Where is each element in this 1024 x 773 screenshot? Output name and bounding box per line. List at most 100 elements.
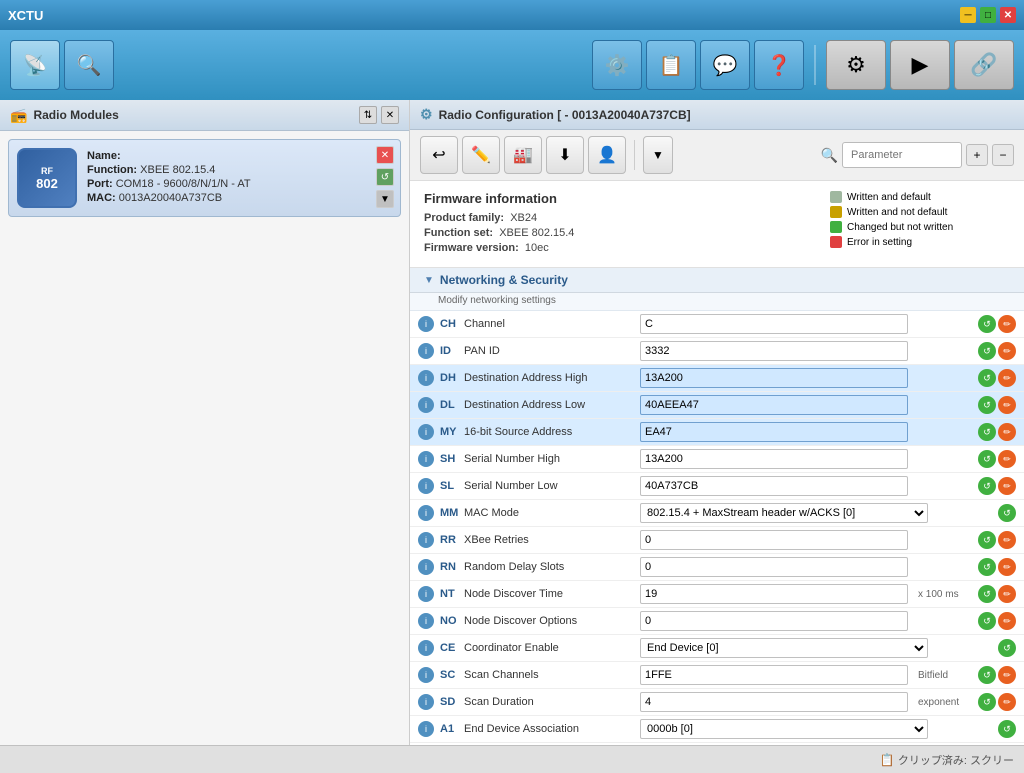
param-info-button[interactable]: i <box>418 586 434 602</box>
param-input[interactable] <box>640 395 908 415</box>
param-row: iCHChannel↺✏ <box>410 311 1024 338</box>
param-save-button[interactable]: ↺ <box>998 720 1016 738</box>
add-device-button[interactable]: 📡 <box>10 40 60 90</box>
param-edit-button[interactable]: ✏ <box>998 531 1016 549</box>
param-info-button[interactable]: i <box>418 532 434 548</box>
param-save-button[interactable]: ↺ <box>998 504 1016 522</box>
param-select[interactable]: 0000b [0] <box>640 719 928 739</box>
factory-button[interactable]: 🏭 <box>504 136 542 174</box>
help-button[interactable]: ❓ <box>754 40 804 90</box>
param-edit-button[interactable]: ✏ <box>998 423 1016 441</box>
param-select[interactable]: 802.15.4 + MaxStream header w/ACKS [0] <box>640 503 928 523</box>
sort-button[interactable]: ⇅ <box>359 106 377 124</box>
search-input[interactable] <box>842 142 962 168</box>
param-edit-button[interactable]: ✏ <box>998 612 1016 630</box>
param-edit-button[interactable]: ✏ <box>998 666 1016 684</box>
device-refresh-button[interactable]: ↺ <box>376 168 394 186</box>
param-edit-button[interactable]: ✏ <box>998 558 1016 576</box>
param-info-button[interactable]: i <box>418 343 434 359</box>
download-button[interactable]: ⬇ <box>546 136 584 174</box>
param-save-button[interactable]: ↺ <box>998 639 1016 657</box>
param-save-button[interactable]: ↺ <box>978 612 996 630</box>
panel-title-text: Radio Modules <box>33 108 118 122</box>
close-button[interactable]: ✕ <box>1000 7 1016 23</box>
param-save-button[interactable]: ↺ <box>978 477 996 495</box>
param-edit-button[interactable]: ✏ <box>998 396 1016 414</box>
param-input[interactable] <box>640 314 908 334</box>
param-input[interactable] <box>640 476 908 496</box>
param-edit-button[interactable]: ✏ <box>998 315 1016 333</box>
param-info-button[interactable]: i <box>418 613 434 629</box>
param-code: NO <box>440 615 464 627</box>
param-actions: ↺✏ <box>978 315 1016 333</box>
param-save-button[interactable]: ↺ <box>978 450 996 468</box>
param-save-button[interactable]: ↺ <box>978 396 996 414</box>
device-more-button[interactable]: ▼ <box>376 190 394 208</box>
param-row: iSLSerial Number Low↺✏ <box>410 473 1024 500</box>
network-button[interactable]: 🔗 <box>954 40 1014 90</box>
param-edit-button[interactable]: ✏ <box>998 369 1016 387</box>
param-info-button[interactable]: i <box>418 640 434 656</box>
product-family-value: XB24 <box>510 212 537 224</box>
param-input[interactable] <box>640 530 908 550</box>
param-save-button[interactable]: ↺ <box>978 693 996 711</box>
param-select[interactable]: End Device [0] <box>640 638 928 658</box>
param-edit-button[interactable]: ✏ <box>998 585 1016 603</box>
search-devices-button[interactable]: 🔍 <box>64 40 114 90</box>
param-edit-button[interactable]: ✏ <box>998 477 1016 495</box>
param-save-button[interactable]: ↺ <box>978 315 996 333</box>
param-info-button[interactable]: i <box>418 478 434 494</box>
settings-button[interactable]: ⚙ <box>826 40 886 90</box>
param-input[interactable] <box>640 368 908 388</box>
param-info-button[interactable]: i <box>418 397 434 413</box>
param-save-button[interactable]: ↺ <box>978 531 996 549</box>
param-edit-button[interactable]: ✏ <box>998 450 1016 468</box>
chat-button[interactable]: 💬 <box>700 40 750 90</box>
param-save-button[interactable]: ↺ <box>978 558 996 576</box>
device-close-button[interactable]: ✕ <box>376 146 394 164</box>
param-info-button[interactable]: i <box>418 370 434 386</box>
device-card[interactable]: RF 802 Name: Function: XBEE 802.15.4 Por… <box>8 139 401 217</box>
param-input[interactable] <box>640 665 908 685</box>
param-input[interactable] <box>640 692 908 712</box>
param-info-button[interactable]: i <box>418 316 434 332</box>
tools-button[interactable]: ⚙️ <box>592 40 642 90</box>
param-edit-button[interactable]: ✏ <box>998 342 1016 360</box>
firmware-version-value: 10ec <box>525 242 549 254</box>
param-input[interactable] <box>640 557 908 577</box>
param-actions: ↺✏ <box>978 450 1016 468</box>
search-add-button[interactable]: + <box>966 144 988 166</box>
revert-button[interactable]: ↩ <box>420 136 458 174</box>
param-code: ID <box>440 345 464 357</box>
param-save-button[interactable]: ↺ <box>978 423 996 441</box>
more-button[interactable]: ▼ <box>643 136 673 174</box>
search-remove-button[interactable]: − <box>992 144 1014 166</box>
param-input[interactable] <box>640 611 908 631</box>
param-input[interactable] <box>640 422 908 442</box>
param-info-button[interactable]: i <box>418 424 434 440</box>
param-info-button[interactable]: i <box>418 559 434 575</box>
param-edit-button[interactable]: ✏ <box>998 693 1016 711</box>
param-info-button[interactable]: i <box>418 505 434 521</box>
param-save-button[interactable]: ↺ <box>978 342 996 360</box>
profile-button[interactable]: 👤 <box>588 136 626 174</box>
param-input[interactable] <box>640 341 908 361</box>
maximize-button[interactable]: □ <box>980 7 996 23</box>
networking-security-header[interactable]: ▼ Networking & Security <box>410 268 1024 293</box>
param-value-area <box>640 368 908 388</box>
param-info-button[interactable]: i <box>418 721 434 737</box>
config-header-title: Radio Configuration [ - 0013A20040A737CB… <box>439 108 691 122</box>
log-button[interactable]: 📋 <box>646 40 696 90</box>
param-save-button[interactable]: ↺ <box>978 666 996 684</box>
close-panel-button[interactable]: ✕ <box>381 106 399 124</box>
terminal-button[interactable]: ▶ <box>890 40 950 90</box>
param-info-button[interactable]: i <box>418 451 434 467</box>
param-input[interactable] <box>640 449 908 469</box>
minimize-button[interactable]: ─ <box>960 7 976 23</box>
param-info-button[interactable]: i <box>418 694 434 710</box>
param-input[interactable] <box>640 584 908 604</box>
write-button[interactable]: ✏️ <box>462 136 500 174</box>
param-save-button[interactable]: ↺ <box>978 585 996 603</box>
param-info-button[interactable]: i <box>418 667 434 683</box>
param-save-button[interactable]: ↺ <box>978 369 996 387</box>
